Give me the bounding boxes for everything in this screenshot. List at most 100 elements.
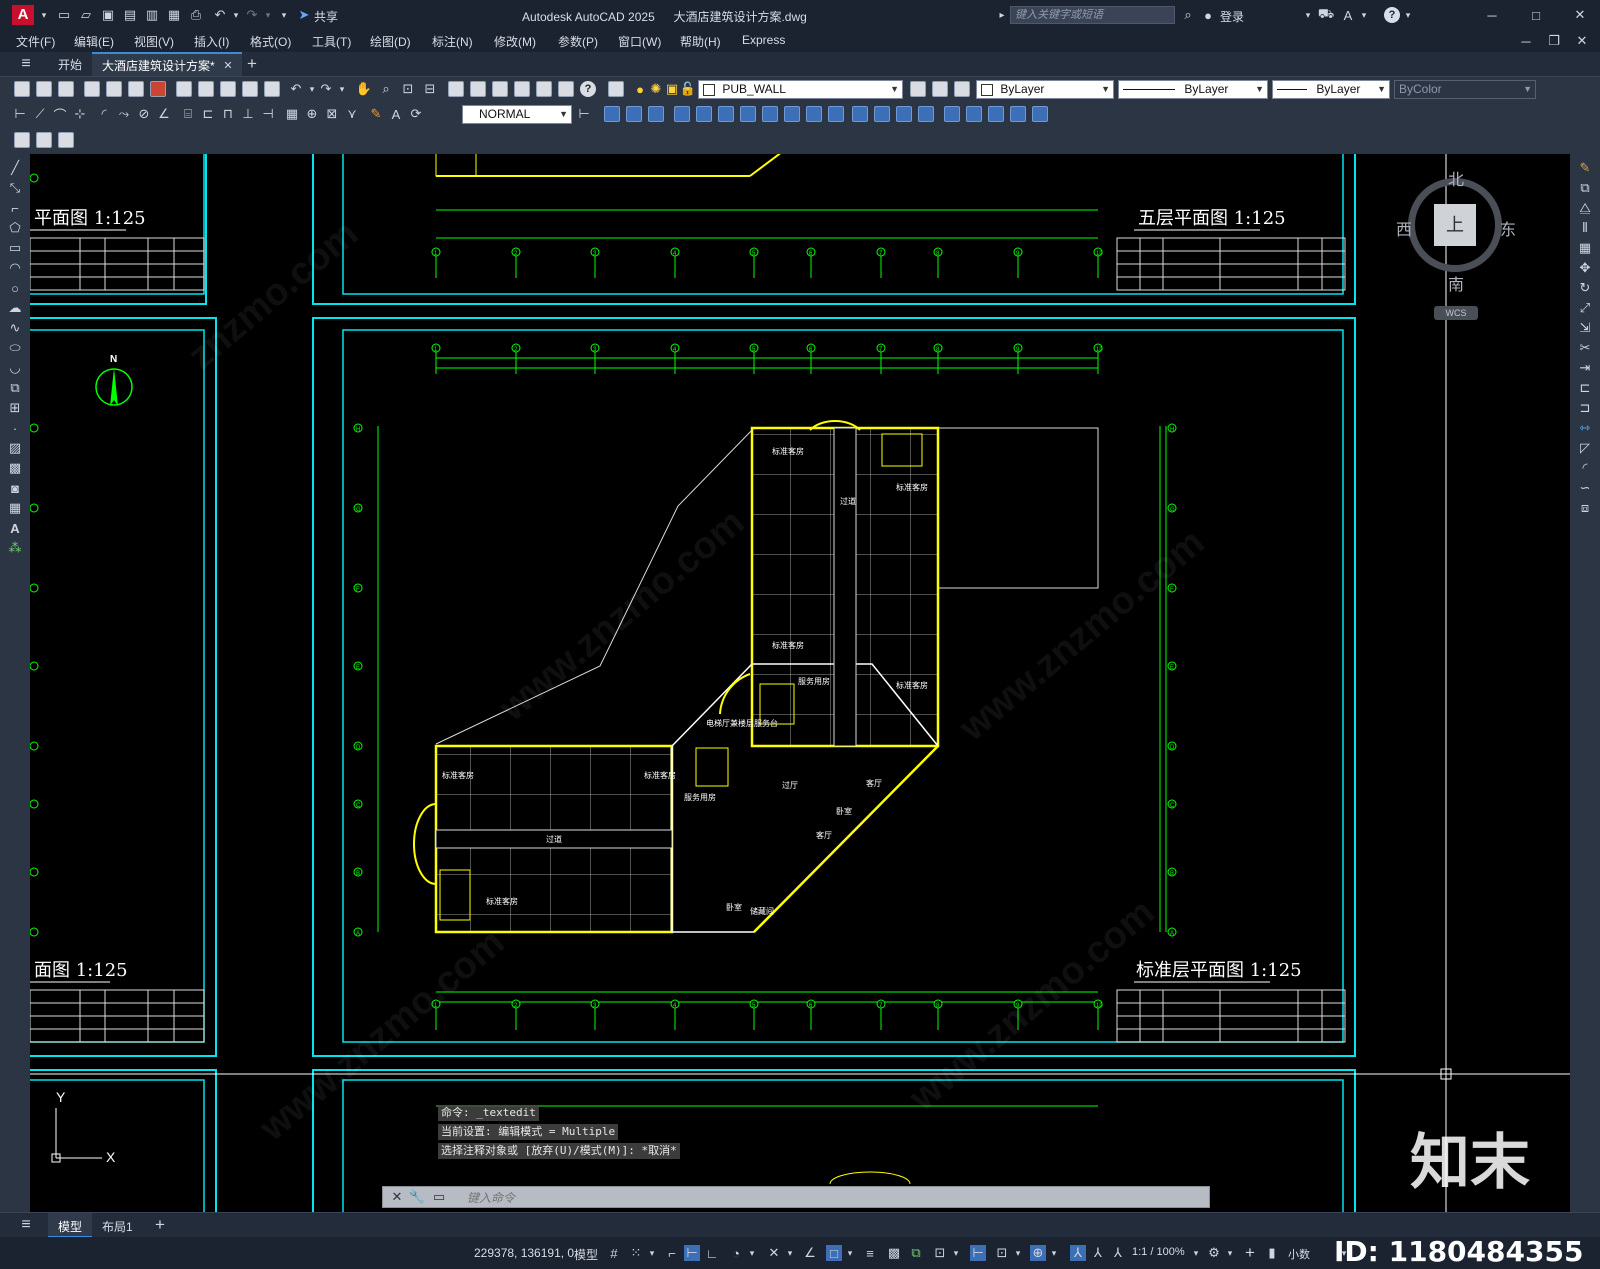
- construction-line-icon[interactable]: ⤡: [7, 180, 23, 196]
- snap-icon[interactable]: ⁙: [628, 1245, 644, 1261]
- blend-icon[interactable]: ∽: [1577, 480, 1593, 496]
- menu-format[interactable]: 格式(O): [250, 33, 291, 50]
- match-icon[interactable]: [58, 132, 74, 148]
- dim-aligned-icon[interactable]: ⟋: [32, 106, 48, 122]
- object-snap-tracking-icon[interactable]: ∠: [802, 1245, 818, 1261]
- viewcube-face-top[interactable]: 上: [1434, 204, 1476, 246]
- compass-south[interactable]: 南: [1448, 271, 1464, 295]
- explode-icon[interactable]: ⧈: [1577, 500, 1593, 516]
- annotation-scale-icon[interactable]: ⅄: [1110, 1245, 1126, 1261]
- redo-dropdown-icon[interactable]: ▾: [260, 7, 276, 23]
- tab-start[interactable]: 开始: [58, 56, 82, 73]
- dim-update-icon[interactable]: ⟳: [408, 106, 424, 122]
- selection-filter-dropdown-icon[interactable]: ▾: [1010, 1245, 1026, 1261]
- block-editor-icon[interactable]: [264, 81, 280, 97]
- infer-constraints-icon[interactable]: ⌐: [664, 1245, 680, 1261]
- publish-icon[interactable]: [128, 81, 144, 97]
- ellipse-icon[interactable]: ⬭: [7, 340, 23, 356]
- polyline-icon[interactable]: ⌐: [7, 200, 23, 216]
- share-icon[interactable]: ➤: [296, 7, 312, 23]
- interfere-icon[interactable]: [828, 106, 844, 122]
- annotation-scale-value[interactable]: 1:1 / 100%: [1132, 1246, 1185, 1258]
- 3dprint-icon[interactable]: [150, 81, 166, 97]
- login-dropdown-icon[interactable]: ▾: [1300, 7, 1316, 23]
- new-file-icon[interactable]: ▭: [56, 7, 72, 23]
- array-icon[interactable]: ▦: [1577, 240, 1593, 256]
- imprint-icon[interactable]: [918, 106, 934, 122]
- section-icon[interactable]: [806, 106, 822, 122]
- units-value[interactable]: 小数: [1288, 1246, 1310, 1262]
- stretch-icon[interactable]: ⇲: [1577, 320, 1593, 336]
- calculator-icon[interactable]: [558, 81, 574, 97]
- shell-icon[interactable]: [874, 106, 890, 122]
- gradient-icon[interactable]: ▩: [7, 460, 23, 476]
- auto-scale-icon[interactable]: ⅄: [1090, 1245, 1106, 1261]
- color-dropdown[interactable]: ByLayer ▼: [976, 80, 1114, 99]
- menu-insert[interactable]: 插入(I): [194, 33, 229, 50]
- make-current-layer-icon[interactable]: [910, 81, 926, 97]
- copy-icon[interactable]: [198, 81, 214, 97]
- selection-filter-icon[interactable]: ⊡: [994, 1245, 1010, 1261]
- cart-icon[interactable]: ⛟: [1318, 6, 1334, 23]
- cylinder-icon[interactable]: [626, 106, 642, 122]
- hamburger-menu-icon[interactable]: ≡: [18, 55, 34, 72]
- cut-icon[interactable]: [176, 81, 192, 97]
- help-icon[interactable]: ?: [1384, 7, 1400, 23]
- copy-face-icon[interactable]: [1032, 106, 1048, 122]
- model-space-canvas[interactable]: 平面图 1:125 五层平面图 1:125 面图 1:125 标准层平面图 1:…: [30, 154, 1570, 1212]
- fillet-icon[interactable]: ◜: [1577, 460, 1593, 476]
- autodesk-account-icon[interactable]: A: [1340, 7, 1356, 23]
- 3d-osnap-icon[interactable]: ⊡: [932, 1245, 948, 1261]
- plot-icon[interactable]: ⎙: [188, 7, 204, 23]
- lineweight-dropdown[interactable]: ByLayer ▼: [1272, 80, 1390, 99]
- center-mark-icon[interactable]: ⊕: [304, 106, 320, 122]
- plot-toolbar-icon[interactable]: [84, 81, 100, 97]
- copy-object-icon[interactable]: ⧉: [1577, 180, 1593, 196]
- preview-icon[interactable]: [106, 81, 122, 97]
- scale-icon[interactable]: ⤢: [1577, 300, 1593, 316]
- insert-block-icon[interactable]: [14, 132, 30, 148]
- dim-jogged-icon[interactable]: ⤳: [116, 106, 132, 122]
- menu-help[interactable]: 帮助(H): [680, 33, 721, 50]
- rotate-icon[interactable]: ↻: [1577, 280, 1593, 296]
- dimstyle-dropdown[interactable]: NORMAL ▼: [462, 105, 572, 124]
- account-dropdown-icon[interactable]: ▾: [1356, 7, 1372, 23]
- erase-icon[interactable]: ✎: [1577, 160, 1593, 176]
- gizmo-dropdown-icon[interactable]: ▾: [1046, 1245, 1062, 1261]
- units-icon[interactable]: ▮: [1264, 1245, 1280, 1261]
- qnew-icon[interactable]: [14, 81, 30, 97]
- zoom-window-icon[interactable]: ⊡: [400, 81, 416, 97]
- menu-edit[interactable]: 编辑(E): [74, 33, 114, 50]
- matchprop-icon[interactable]: [242, 81, 258, 97]
- taper-face-icon[interactable]: [988, 106, 1004, 122]
- redo-toolbar-icon[interactable]: ↷: [318, 81, 334, 97]
- menu-parametric[interactable]: 参数(P): [558, 33, 598, 50]
- annotation-monitor-icon[interactable]: +: [1242, 1243, 1258, 1262]
- dynamic-ucs-icon[interactable]: ⊢: [970, 1245, 986, 1261]
- menu-view[interactable]: 视图(V): [134, 33, 174, 50]
- customize-qat-icon[interactable]: ▾: [276, 7, 292, 23]
- trim-icon[interactable]: ✂: [1577, 340, 1593, 356]
- cone-icon[interactable]: [648, 106, 664, 122]
- sheet-set-icon[interactable]: [514, 81, 530, 97]
- dim-style-icon[interactable]: ⊢: [576, 106, 592, 122]
- dim-edit-icon[interactable]: ✎: [368, 106, 384, 122]
- menu-draw[interactable]: 绘图(D): [370, 33, 411, 50]
- new-layout-icon[interactable]: +: [152, 1215, 168, 1234]
- chevron-right-icon[interactable]: ▸: [994, 7, 1010, 23]
- subtract-icon[interactable]: [740, 106, 756, 122]
- make-block-icon[interactable]: [36, 132, 52, 148]
- menu-dimension[interactable]: 标注(N): [432, 33, 473, 50]
- table-icon[interactable]: ▦: [7, 500, 23, 516]
- save-icon[interactable]: ▣: [100, 7, 116, 23]
- dim-space-icon[interactable]: ⊥: [240, 106, 256, 122]
- arc-icon[interactable]: ◠: [7, 260, 23, 276]
- check-icon[interactable]: [966, 106, 982, 122]
- union-icon[interactable]: [718, 106, 734, 122]
- app-menu-arrow-icon[interactable]: ▾: [36, 7, 52, 23]
- clean-icon[interactable]: [944, 106, 960, 122]
- login-label[interactable]: 登录: [1220, 8, 1244, 25]
- user-icon[interactable]: ●: [1200, 7, 1216, 23]
- annotation-visibility-icon[interactable]: ⅄: [1070, 1245, 1086, 1261]
- design-center-icon[interactable]: [470, 81, 486, 97]
